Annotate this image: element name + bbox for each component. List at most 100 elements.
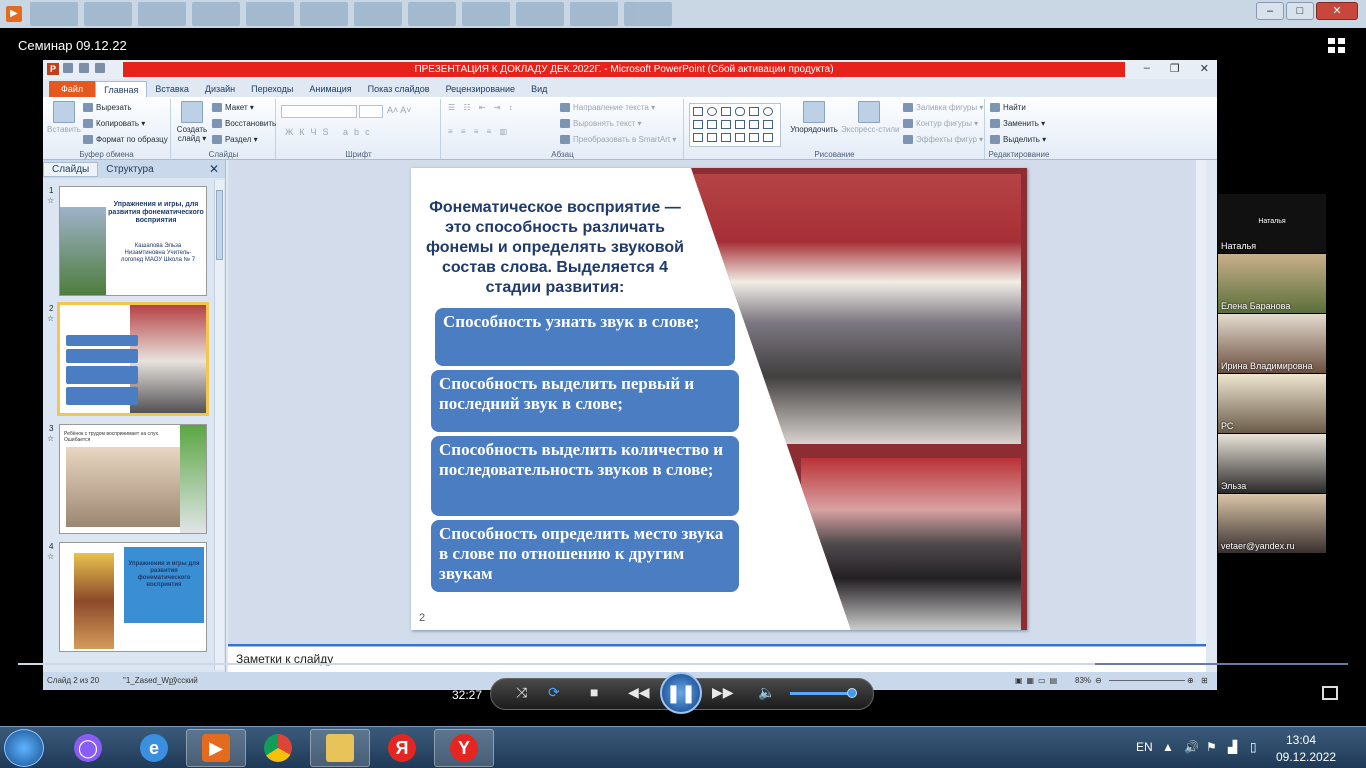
volume-slider-knob[interactable] — [847, 688, 857, 698]
network-icon[interactable]: ▟ — [1228, 740, 1237, 754]
undo-icon[interactable] — [79, 63, 89, 73]
battery-icon[interactable]: ▯ — [1250, 740, 1257, 754]
pane-close-icon[interactable]: ✕ — [209, 162, 219, 176]
layout-button[interactable]: Макет ▾ — [212, 103, 254, 113]
player-app-icon[interactable]: ▶ — [6, 6, 22, 22]
tab-file[interactable]: Файл — [49, 81, 96, 97]
smartart-button[interactable]: Преобразовать в SmartArt ▾ — [560, 135, 676, 145]
format-painter-button[interactable]: Формат по образцу — [83, 135, 168, 145]
tab-design[interactable]: Дизайн — [197, 81, 243, 97]
new-slide-button[interactable]: Создать слайд ▾ — [174, 101, 210, 143]
list-buttons[interactable]: ☰ ☷ ⇤ ⇥ ↕ — [448, 103, 516, 112]
tab-home[interactable]: Главная — [95, 81, 148, 97]
redo-icon[interactable] — [95, 63, 105, 73]
taskbar-ie[interactable]: e — [124, 729, 184, 767]
zoom-slider[interactable] — [1109, 680, 1185, 681]
previous-icon[interactable]: ◀◀ — [628, 684, 650, 701]
player-window-controls: – □ ✕ — [1256, 2, 1358, 20]
participant-name: Наталья — [1221, 241, 1257, 251]
view-buttons[interactable]: ▣▦▭▤ — [1015, 676, 1061, 685]
thumbnails-scrollbar[interactable] — [214, 180, 224, 670]
participant-tile[interactable]: Наталья Наталья — [1218, 194, 1326, 254]
taskbar-yandex-browser[interactable]: Y — [434, 729, 494, 767]
taskbar-explorer[interactable] — [310, 729, 370, 767]
tab-insert[interactable]: Вставка — [147, 81, 196, 97]
reset-button[interactable]: Восстановить — [212, 119, 276, 129]
start-button[interactable] — [4, 729, 44, 767]
ribbon-group-slides: Создать слайд ▾ Макет ▾ Восстановить Раз… — [172, 99, 276, 159]
font-size-select[interactable] — [359, 105, 383, 118]
zoom-in-icon[interactable]: ⊕ — [1187, 676, 1194, 685]
font-style-buttons[interactable]: ЖКЧS abc — [285, 127, 376, 137]
flag-icon[interactable]: ⚑ — [1206, 740, 1217, 754]
pause-button[interactable]: ❚❚ — [660, 672, 702, 714]
volume-icon[interactable]: 🔈 — [758, 684, 775, 701]
stage-box-3: Способность выделить количество и послед… — [431, 436, 739, 516]
current-slide[interactable]: Фонематическое восприятие — это способно… — [411, 168, 1027, 630]
minimize-icon[interactable]: – — [1256, 2, 1284, 20]
replace-button[interactable]: Заменить ▾ — [990, 119, 1045, 129]
shuffle-icon[interactable]: ⤨ — [516, 684, 527, 701]
taskbar-alice[interactable]: ◯ — [58, 729, 118, 767]
participant-tile[interactable]: РС — [1218, 374, 1326, 434]
participant-tile[interactable]: Эльза — [1218, 434, 1326, 494]
fullscreen-icon[interactable] — [1322, 686, 1338, 700]
ppt-minimize-icon[interactable]: – — [1144, 62, 1150, 75]
quick-styles-button[interactable]: Экспресс-стили — [841, 101, 900, 134]
clock-date[interactable]: 09.12.2022 — [1276, 750, 1336, 764]
canvas-scrollbar[interactable] — [1196, 160, 1206, 644]
thumb-number: 1 — [49, 186, 54, 195]
animation-icon: ☆ — [47, 314, 55, 323]
grow-font-icon[interactable]: A˄ A˅ — [387, 105, 412, 115]
participant-tile[interactable]: Елена Баранова — [1218, 254, 1326, 314]
text-direction-button[interactable]: Направление текста ▾ — [560, 103, 655, 113]
tab-outline[interactable]: Структура — [98, 163, 161, 176]
clock-time[interactable]: 13:04 — [1286, 733, 1316, 747]
shape-outline-button[interactable]: Контур фигуры ▾ — [903, 119, 978, 129]
align-text-button[interactable]: Выровнять текст ▾ — [560, 119, 642, 129]
taskbar-chrome[interactable] — [248, 729, 308, 767]
copy-button[interactable]: Копировать ▾ — [83, 119, 145, 129]
shape-effects-button[interactable]: Эффекты фигур ▾ — [903, 135, 983, 145]
save-icon[interactable] — [63, 63, 73, 73]
shapes-gallery[interactable] — [689, 103, 781, 147]
tab-transitions[interactable]: Переходы — [243, 81, 301, 97]
shape-fill-button[interactable]: Заливка фигуры ▾ — [903, 103, 983, 113]
tab-slides[interactable]: Слайды — [43, 161, 99, 177]
cut-button[interactable]: Вырезать — [83, 103, 132, 113]
notes-pane[interactable]: Заметки к слайду — [228, 646, 1206, 672]
tab-review[interactable]: Рецензирование — [438, 81, 524, 97]
arrange-button[interactable]: Упорядочить — [789, 101, 839, 134]
font-name-select[interactable] — [281, 105, 357, 118]
grid-view-icon[interactable] — [1328, 38, 1346, 54]
tab-view[interactable]: Вид — [523, 81, 555, 97]
tab-animation[interactable]: Анимация — [301, 81, 359, 97]
next-icon[interactable]: ▶▶ — [712, 684, 734, 701]
language-status[interactable]: русский — [169, 676, 198, 685]
ppt-close-icon[interactable]: ✕ — [1200, 62, 1209, 75]
select-button[interactable]: Выделить ▾ — [990, 135, 1046, 145]
speaker-icon[interactable]: 🔊 — [1184, 740, 1199, 754]
paste-button[interactable]: Вставить — [47, 101, 81, 134]
elapsed-time: 32:27 — [452, 688, 483, 702]
find-button[interactable]: Найти — [990, 103, 1026, 113]
slide-number: 2 — [419, 612, 426, 624]
close-icon[interactable]: ✕ — [1316, 2, 1358, 20]
zoom-level[interactable]: 83% — [1075, 676, 1091, 685]
participant-name: Эльза — [1221, 481, 1247, 491]
maximize-icon[interactable]: □ — [1286, 2, 1314, 20]
stop-icon[interactable]: ■ — [590, 684, 598, 700]
section-button[interactable]: Раздел ▾ — [212, 135, 258, 145]
taskbar-media-player[interactable]: ▶ — [186, 729, 246, 767]
tray-expand-icon[interactable]: ▲ — [1162, 740, 1174, 754]
align-buttons[interactable]: ≡ ≡ ≡ ≡ ▥ — [448, 127, 510, 136]
repeat-icon[interactable]: ⟳ — [548, 684, 560, 701]
taskbar-yandex[interactable]: Я — [372, 729, 432, 767]
input-language[interactable]: EN — [1136, 740, 1153, 754]
ppt-restore-icon[interactable]: ❐ — [1170, 62, 1180, 75]
tab-slideshow[interactable]: Показ слайдов — [360, 81, 438, 97]
fit-slide-icon[interactable]: ⊞ — [1201, 676, 1208, 685]
participant-tile[interactable]: vetaer@yandex.ru — [1218, 494, 1326, 554]
participant-tile[interactable]: Ирина Владимировна — [1218, 314, 1326, 374]
zoom-out-icon[interactable]: ⊖ — [1095, 676, 1102, 685]
